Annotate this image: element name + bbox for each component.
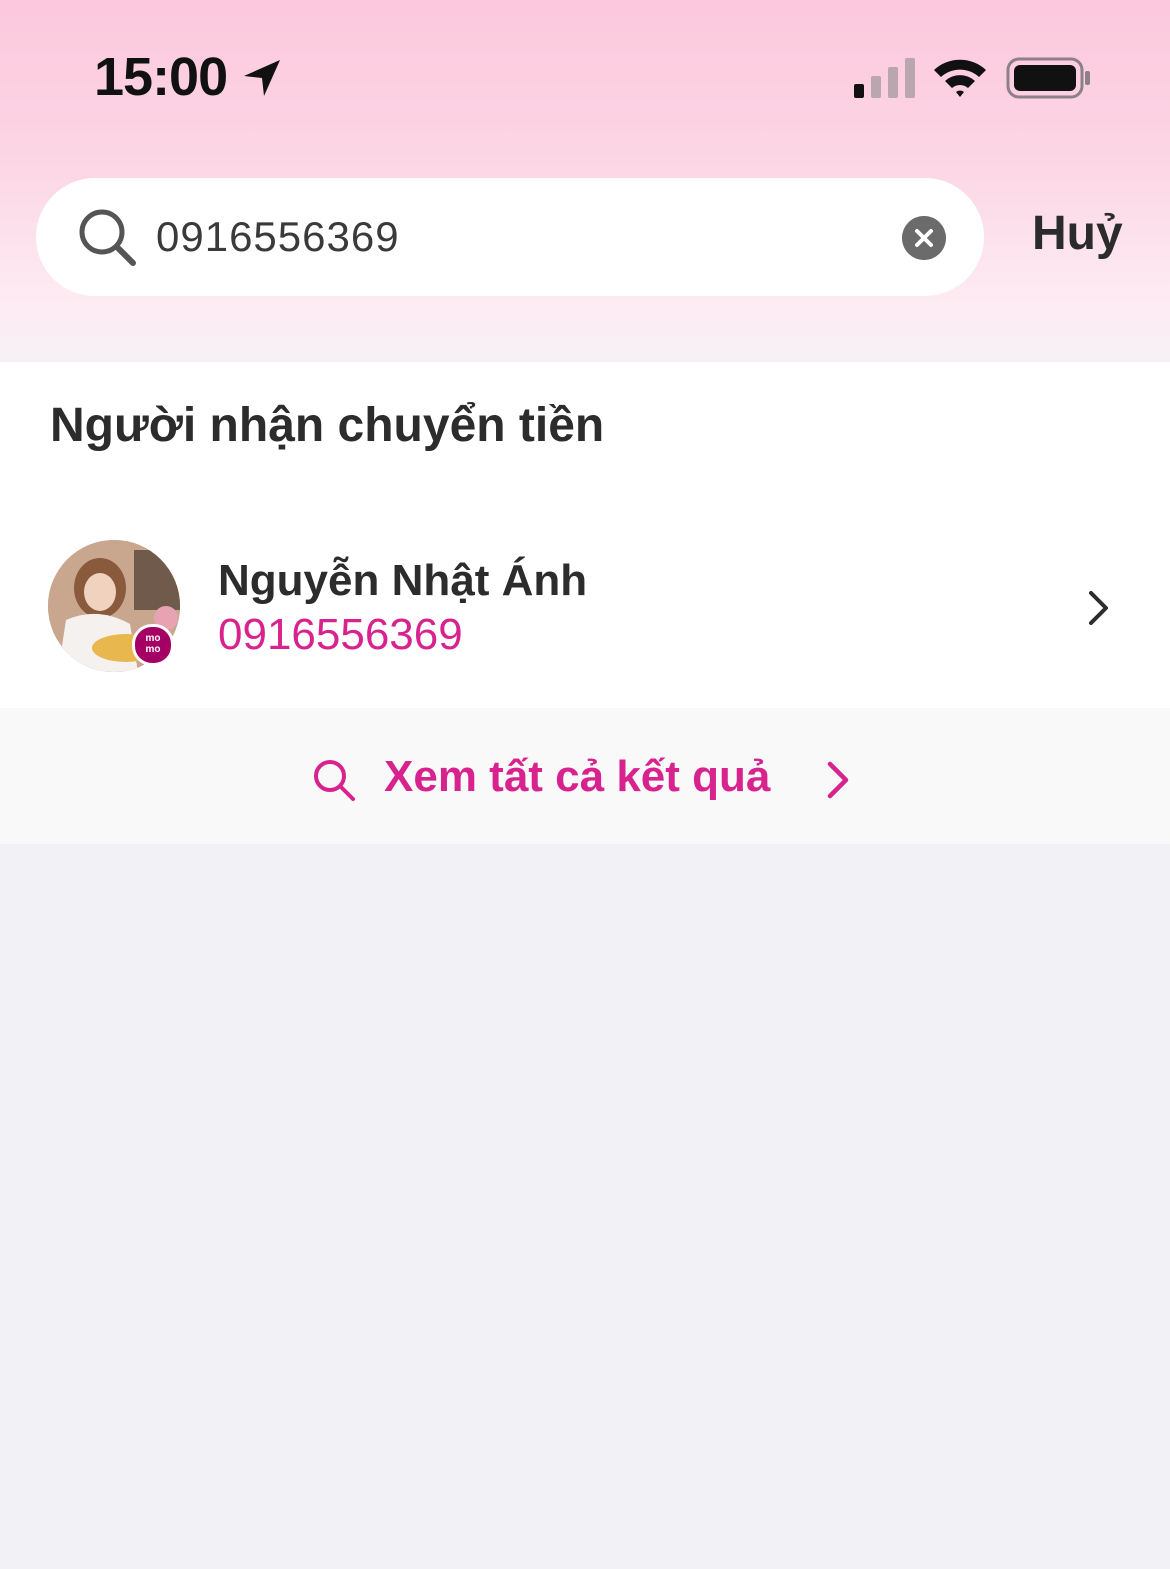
see-all-results-button[interactable]: Xem tất cả kết quả [310,752,870,812]
section-title: Người nhận chuyển tiền [50,399,605,452]
recipients-section: Người nhận chuyển tiền mo mo Nguyễn Nhật… [0,362,1170,708]
see-all-results-label: Xem tất cả kết quả [384,752,771,801]
contact-row[interactable]: mo mo Nguyễn Nhật Ánh 0916556369 [0,532,1170,682]
badge-text-bottom: mo [145,644,161,655]
status-time: 15:00 [94,47,228,107]
wifi-icon [934,59,986,97]
cancel-button[interactable]: Huỷ [1032,206,1123,261]
battery-icon [1006,57,1090,99]
chevron-right-icon [827,761,849,799]
search-icon [314,760,355,801]
cellular-signal-icon [854,58,915,98]
search-icon [79,209,136,266]
search-input[interactable] [156,206,876,268]
contact-name: Nguyễn Nhật Ánh [218,556,588,605]
momo-badge: mo mo [132,624,174,666]
see-all-results-bar: Xem tất cả kết quả [0,708,1170,844]
status-bar: 15:00 [0,0,1170,150]
location-arrow-icon [244,60,280,96]
contact-phone: 0916556369 [218,610,463,659]
chevron-right-icon [1089,591,1108,625]
badge-text-top: mo [145,633,161,644]
clear-search-button[interactable] [902,216,946,260]
